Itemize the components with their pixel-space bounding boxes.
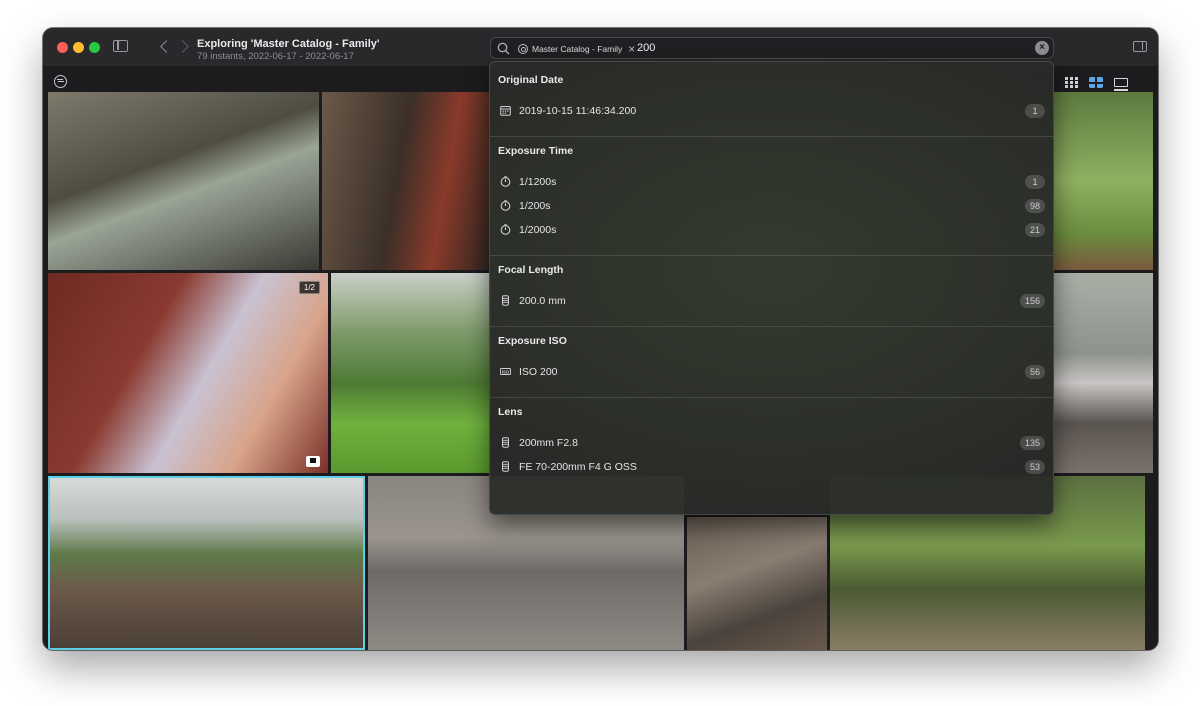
- suggestion-count-badge: 53: [1024, 460, 1045, 474]
- suggestion-item[interactable]: 2019-10-15 11:46:34.200 1: [490, 101, 1053, 121]
- lens-icon: [502, 461, 509, 472]
- forward-chevron-icon[interactable]: [179, 39, 189, 53]
- suggestion-item[interactable]: 200.0 mm 156: [490, 291, 1053, 311]
- photo-thumbnail[interactable]: [331, 273, 491, 473]
- suggestion-item[interactable]: 1/2000s 21: [490, 220, 1053, 240]
- stack-count-badge: 1/2: [298, 281, 320, 294]
- section-title: Focal Length: [498, 264, 564, 276]
- timer-icon: [500, 200, 511, 211]
- app-window: Exploring 'Master Catalog - Family' 79 i…: [43, 28, 1158, 650]
- photo-thumbnail-selected[interactable]: [48, 476, 365, 650]
- iso-icon: ISO: [500, 368, 511, 375]
- suggestion-label: ISO 200: [519, 366, 558, 378]
- suggestion-count-badge: 98: [1024, 199, 1045, 213]
- suggestion-count-badge: 21: [1024, 223, 1045, 237]
- catalog-token-label: Master Catalog - Family: [532, 43, 623, 54]
- suggestion-label: 200mm F2.8: [519, 437, 578, 449]
- search-query[interactable]: 200: [637, 42, 655, 54]
- section-divider: [490, 397, 1053, 398]
- section-title: Exposure ISO: [498, 335, 567, 347]
- minimize-window-button[interactable]: [73, 42, 84, 53]
- calendar-icon: [500, 106, 511, 116]
- remove-token-icon[interactable]: ×: [628, 42, 635, 56]
- suggestion-label: 200.0 mm: [519, 295, 566, 307]
- suggestion-item[interactable]: FE 70-200mm F4 G OSS 53: [490, 457, 1053, 477]
- suggestion-item[interactable]: 1/1200s 1: [490, 172, 1053, 192]
- window-subtitle: 79 instants, 2022-06-17 - 2022-06-17: [197, 51, 354, 62]
- filmstrip-view-icon[interactable]: [1114, 78, 1128, 91]
- catalog-icon: [518, 43, 528, 54]
- flag-icon: [306, 456, 320, 467]
- photo-thumbnail[interactable]: [1054, 273, 1153, 473]
- suggestion-label: FE 70-200mm F4 G OSS: [519, 461, 637, 473]
- window-title: Exploring 'Master Catalog - Family': [197, 38, 380, 50]
- photo-thumbnail[interactable]: 1/2: [48, 273, 328, 473]
- section-title: Lens: [498, 406, 523, 418]
- close-window-button[interactable]: [57, 42, 68, 53]
- svg-text:ISO: ISO: [502, 369, 510, 374]
- section-title: Original Date: [498, 74, 564, 86]
- catalog-search-token[interactable]: Master Catalog - Family ×: [518, 41, 635, 56]
- suggestion-count-badge: 135: [1019, 436, 1045, 450]
- section-divider: [490, 136, 1053, 137]
- sidebar-toggle-icon[interactable]: [113, 40, 128, 52]
- suggestion-label: 1/200s: [519, 200, 551, 212]
- suggestion-count-badge: 1: [1025, 175, 1045, 189]
- photo-thumbnail[interactable]: [687, 517, 827, 650]
- suggestion-item[interactable]: 200mm F2.8 135: [490, 433, 1053, 453]
- suggestion-count-badge: 56: [1024, 365, 1045, 379]
- filter-icon[interactable]: [54, 75, 67, 88]
- suggestion-count-badge: 1: [1025, 104, 1045, 118]
- section-title: Exposure Time: [498, 145, 574, 157]
- suggestion-item[interactable]: 1/200s 98: [490, 196, 1053, 216]
- search-field[interactable]: Master Catalog - Family × 200 ×: [490, 37, 1054, 59]
- section-divider: [490, 255, 1053, 256]
- small-grid-view-icon[interactable]: [1065, 77, 1079, 88]
- suggestion-item[interactable]: ISO ISO 200 56: [490, 362, 1053, 382]
- timer-icon: [500, 224, 511, 235]
- suggestion-count-badge: 156: [1019, 294, 1045, 308]
- large-grid-view-icon[interactable]: [1089, 77, 1103, 88]
- clear-search-icon[interactable]: ×: [1035, 41, 1049, 55]
- suggestion-label: 2019-10-15 11:46:34.200: [519, 105, 637, 117]
- suggestion-label: 1/2000s: [519, 224, 557, 236]
- search-icon: [497, 42, 510, 55]
- inspector-toggle-icon[interactable]: [1133, 41, 1147, 52]
- zoom-window-button[interactable]: [89, 42, 100, 53]
- section-divider: [490, 326, 1053, 327]
- lens-icon: [502, 437, 509, 448]
- photo-thumbnail[interactable]: [48, 92, 319, 270]
- photo-thumbnail[interactable]: [322, 92, 491, 270]
- back-chevron-icon[interactable]: [159, 39, 169, 53]
- lens-icon: [502, 295, 509, 306]
- search-suggestions-dropdown: Original Date 2019-10-15 11:46:34.200 1 Exp…: [489, 61, 1054, 515]
- suggestion-label: 1/1200s: [519, 176, 557, 188]
- photo-thumbnail[interactable]: [1054, 92, 1153, 270]
- timer-icon: [500, 176, 511, 187]
